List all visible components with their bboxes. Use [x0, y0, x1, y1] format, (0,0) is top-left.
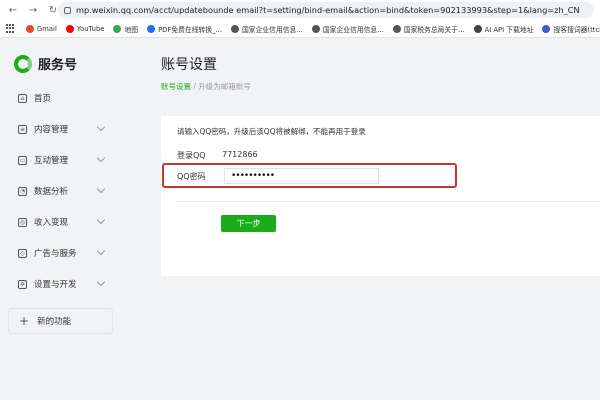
sidebar-item[interactable]: ⌂ 首页	[0, 86, 120, 110]
form-hint: 请输入QQ密码，升级后该QQ将被解绑，不能再用于登录	[177, 127, 366, 136]
sidebar-item[interactable]: ◎ 收入变现	[0, 210, 120, 234]
divider	[175, 201, 600, 202]
bookmark-favicon-icon	[311, 24, 320, 33]
bookmark-item[interactable]: AI API 下载地址	[473, 24, 534, 34]
home-icon: ⌂	[18, 93, 27, 103]
url-text: mp.weixin.qq.com/acct/updatebounde email…	[76, 5, 580, 15]
breadcrumb-current: 升级为邮箱账号	[198, 82, 251, 91]
site-info-icon[interactable]	[64, 6, 71, 14]
sidebar-item-label: 数据分析	[34, 187, 69, 197]
sidebar-item[interactable]: ≡ 内容管理	[0, 117, 120, 141]
sidebar-item[interactable]: ▭ 互动管理	[0, 148, 120, 172]
breadcrumb: 账号设置 / 升级为邮箱账号	[161, 81, 251, 92]
plus-icon: +	[19, 314, 30, 328]
bookmark-item[interactable]: 国家税务总局关于...	[392, 24, 465, 34]
next-step-button[interactable]: 下一步	[221, 215, 276, 232]
password-label: QQ密码	[177, 172, 206, 181]
password-row-highlight: QQ密码	[162, 163, 457, 188]
apps-icon[interactable]	[6, 23, 14, 34]
sidebar-item-label: 首页	[34, 94, 52, 104]
back-icon[interactable]: ←	[6, 3, 20, 17]
chevron-down-icon	[96, 215, 106, 225]
password-field[interactable]	[224, 168, 379, 184]
sidebar-item-label: 内容管理	[34, 125, 69, 135]
sidebar-item-label: 广告与服务	[34, 249, 77, 259]
bookmark-label: 国家税务总局关于...	[403, 25, 465, 34]
bookmark-label: YouTube	[76, 24, 105, 33]
bookmark-favicon-icon	[392, 24, 401, 33]
breadcrumb-link[interactable]: 账号设置	[161, 82, 191, 91]
qq-value: 7712866	[222, 150, 258, 159]
chevron-down-icon	[96, 153, 106, 163]
bookmark-item[interactable]: 地图	[113, 24, 138, 34]
bookmark-label: 地图	[124, 25, 139, 34]
sidebar-item-label: 收入变现	[34, 218, 69, 228]
brand-name: 服务号	[38, 58, 78, 73]
bookmarks-bar: Gmail YouTube 地图 PDF免费在线转换_... 国家企业信用信息... 国家…	[0, 20, 600, 38]
compass-icon: ◇	[18, 248, 27, 258]
page-title: 账号设置	[161, 57, 217, 73]
sidebar-item[interactable]: ◔ 数据分析	[0, 179, 120, 203]
browser-toolbar: ← → ↻ mp.weixin.qq.com/acct/updatebounde…	[0, 0, 600, 20]
bookmark-item[interactable]: PDF免费在线转换_...	[147, 24, 222, 34]
new-feature-button[interactable]: + 新的功能	[8, 308, 113, 334]
bookmark-label: Gmail	[37, 24, 57, 33]
gear-icon: ✲	[18, 279, 27, 289]
coin-icon: ◎	[18, 217, 27, 227]
chevron-down-icon	[96, 184, 106, 194]
document-icon: ≡	[18, 124, 27, 134]
address-bar[interactable]: mp.weixin.qq.com/acct/updatebounde email…	[58, 2, 594, 18]
chevron-down-icon	[96, 122, 106, 132]
chart-icon: ◔	[18, 186, 27, 196]
sidebar: 服务号 + 新的功能 ⌂ 首页 ≡ 内容管理 ▭ 互动管理 ◔ 数据分析 ◎ 收入变现 ◇ 广告与服务…	[0, 38, 120, 400]
sidebar-item-label: 设置与开发	[34, 280, 77, 290]
bookmark-favicon-icon	[113, 24, 122, 33]
bookmark-label: 国家企业信用信息...	[241, 25, 303, 34]
page: 服务号 + 新的功能 ⌂ 首页 ≡ 内容管理 ▭ 互动管理 ◔ 数据分析 ◎ 收入变现 ◇ 广告与服务…	[0, 38, 600, 400]
bookmark-favicon-icon	[542, 24, 551, 33]
forward-icon[interactable]: →	[26, 3, 40, 17]
sidebar-item-label: 互动管理	[34, 156, 69, 166]
form-card: 请输入QQ密码，升级后该QQ将被解绑，不能再用于登录 登录QQ 7712866 …	[161, 116, 600, 276]
bookmark-item[interactable]: 国家企业信用信息...	[311, 24, 384, 34]
bookmark-item[interactable]: 搜客搜词器(ttci.co...	[542, 24, 600, 34]
new-feature-label: 新的功能	[37, 317, 72, 327]
qq-label: 登录QQ	[177, 151, 206, 160]
bookmark-favicon-icon	[473, 24, 482, 33]
sidebar-item[interactable]: ✲ 设置与开发	[0, 272, 120, 296]
chevron-down-icon	[96, 277, 106, 287]
bookmark-favicon-icon	[26, 24, 34, 33]
bookmark-label: AI API 下载地址	[484, 25, 534, 34]
bookmark-favicon-icon	[147, 24, 156, 33]
bookmark-item[interactable]: Gmail	[26, 24, 57, 33]
bookmark-favicon-icon	[65, 24, 74, 33]
bookmark-item[interactable]: 国家企业信用信息...	[230, 24, 303, 34]
chevron-down-icon	[96, 246, 106, 256]
chat-icon: ▭	[18, 155, 27, 165]
bookmark-favicon-icon	[230, 24, 239, 33]
bookmark-label: PDF免费在线转换_...	[158, 25, 222, 34]
sidebar-item[interactable]: ◇ 广告与服务	[0, 241, 120, 265]
brand-logo[interactable]: 服务号	[14, 54, 77, 73]
bookmark-item[interactable]: YouTube	[65, 24, 105, 33]
bookmark-label: 国家企业信用信息...	[322, 25, 384, 34]
logo-icon	[14, 54, 32, 73]
bookmark-label: 搜客搜词器(ttci.co...	[553, 25, 600, 34]
